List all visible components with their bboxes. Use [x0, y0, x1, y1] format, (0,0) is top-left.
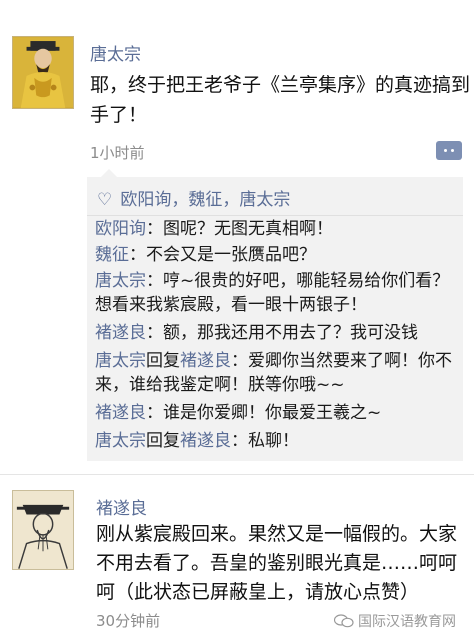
post-text-line-1: 耶，终于把王老爷子《兰亭集序》的真迹搞到 — [90, 74, 471, 96]
comment-text: ：额，那我还用不用去了？我可没钱 — [146, 323, 418, 343]
comment-item[interactable]: 褚遂良：谁是你爱卿！你最爱王羲之~ — [95, 401, 457, 425]
post-text-line-1: 刚从紫宸殿回来。果然又是一幅假的。大家 — [96, 523, 458, 545]
comment-item[interactable]: 唐太宗：哼~很贵的好吧，哪能轻易给你们看？想看来我紫宸殿，看一眼十两银子！ — [95, 269, 457, 317]
comment-text: ：图呢？无图无真相啊！ — [146, 219, 333, 239]
comment-item[interactable]: 唐太宗回复褚遂良：私聊！ — [95, 429, 457, 453]
comment-text: ：谁是你爱卿！你最爱王羲之~ — [146, 403, 382, 423]
post-timestamp: 30分钟前 — [96, 612, 161, 630]
post-timestamp: 1小时前 — [90, 144, 145, 162]
avatar-tang-taizong[interactable] — [12, 36, 74, 109]
likes-divider — [87, 215, 463, 216]
comment-author[interactable]: 魏征 — [95, 245, 129, 265]
comment-item[interactable]: 唐太宗回复褚遂良：爱卿你当然要来了啊！你不来，谁给我鉴定啊！朕等你哦~~ — [95, 349, 457, 397]
post-text-line-2: 手了！ — [90, 104, 148, 126]
comment-item[interactable]: 欧阳询：图呢？无图无真相啊！ — [95, 217, 457, 241]
comment-author[interactable]: 唐太宗 — [95, 351, 146, 371]
post-separator — [0, 474, 474, 475]
comment-text: ：不会又是一张赝品吧？ — [129, 245, 316, 265]
avatar-chu-suiliang[interactable] — [12, 490, 74, 570]
comment-text: ：私聊！ — [231, 431, 299, 451]
heart-outline-icon: ♡ — [97, 190, 113, 210]
comment-author[interactable]: 褚遂良 — [95, 403, 146, 423]
comment-reply-word: 回复 — [146, 431, 180, 451]
comment-reply-word: 回复 — [146, 351, 180, 371]
comment-author[interactable]: 欧阳询 — [95, 219, 146, 239]
likes-comments-box: ♡ 欧阳询，魏征，唐太宗 欧阳询：图呢？无图无真相啊！ 魏征：不会又是一张赝品吧… — [87, 169, 463, 461]
comment-author[interactable]: 唐太宗 — [95, 271, 146, 291]
post-text-line-2: 不用去看了。吾皇的鉴别眼光真是……呵呵 — [96, 552, 458, 574]
comment-item[interactable]: 褚遂良：额，那我还用不用去了？我可没钱 — [95, 321, 457, 345]
post-text-line-3: 呵（此状态已屏蔽皇上，请放心点赞） — [96, 581, 420, 603]
comment-item[interactable]: 魏征：不会又是一张赝品吧？ — [95, 243, 457, 267]
post-author-name[interactable]: 唐太宗 — [90, 40, 141, 65]
watermark-text: 国际汉语教育网 — [358, 614, 456, 630]
comment-reply-target[interactable]: 褚遂良 — [180, 351, 231, 371]
likes-names[interactable]: 欧阳询，魏征，唐太宗 — [120, 190, 290, 210]
likes-row: ♡ 欧阳询，魏征，唐太宗 — [97, 185, 290, 210]
comment-author[interactable]: 唐太宗 — [95, 431, 146, 451]
post-author-name[interactable]: 褚遂良 — [96, 494, 147, 519]
comment-action-icon[interactable] — [436, 141, 462, 160]
comment-text: ：哼~很贵的好吧，哪能轻易给你们看？想看来我紫宸殿，看一眼十两银子！ — [95, 271, 450, 315]
watermark: 国际汉语教育网 — [334, 611, 456, 631]
wechat-logo-icon — [334, 614, 354, 628]
comment-reply-target[interactable]: 褚遂良 — [180, 431, 231, 451]
comment-author[interactable]: 褚遂良 — [95, 323, 146, 343]
scholar-portrait-icon — [13, 491, 73, 569]
emperor-portrait-icon — [13, 37, 73, 108]
